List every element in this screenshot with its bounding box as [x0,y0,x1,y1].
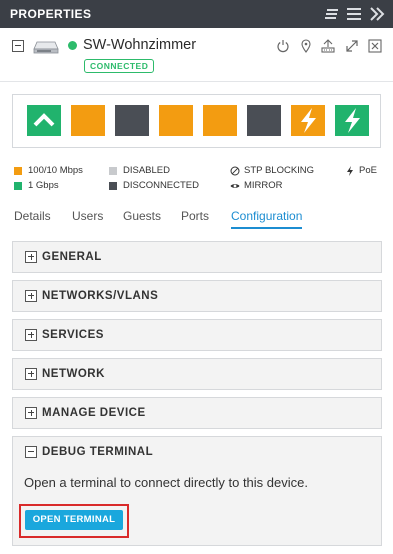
expand-icon[interactable] [345,39,359,53]
port-5-icon[interactable] [203,105,237,136]
close-icon[interactable] [368,39,382,53]
stp-blocking-icon [230,165,240,177]
expand-plus-icon[interactable] [25,407,37,419]
tab-configuration[interactable]: Configuration [231,209,303,229]
tab-details[interactable]: Details [14,209,51,229]
section-label: NETWORKS/VLANS [42,290,159,302]
menu-icon[interactable] [346,6,362,22]
section-general[interactable]: GENERAL [12,241,382,273]
device-row: SW-Wohnzimmer CONNECTED [0,28,393,82]
section-label: NETWORK [42,368,105,380]
section-networks-vlans[interactable]: NETWORKS/VLANS [12,280,382,312]
port-2-icon[interactable] [71,105,105,136]
collapse-double-chevron-icon[interactable] [369,6,385,22]
port-4-icon[interactable] [159,105,193,136]
switch-device-icon [33,40,59,54]
green-swatch [14,182,22,190]
collapse-minus-icon[interactable] [25,446,37,458]
property-tabs: Details Users Guests Ports Configuration [0,206,393,230]
expand-plus-icon[interactable] [25,368,37,380]
disabled-swatch [109,167,117,175]
port-8-poe-lightning-icon[interactable] [335,105,369,136]
status-dot [68,41,77,50]
section-network[interactable]: NETWORK [12,358,382,390]
mirror-eye-icon [230,180,240,192]
open-terminal-button[interactable]: OPEN TERMINAL [25,510,123,530]
properties-header: PROPERTIES [0,0,393,28]
status-badge: CONNECTED [84,59,155,73]
collapse-device-button[interactable] [12,40,24,52]
section-label[interactable]: DEBUG TERMINAL [42,446,153,458]
expand-plus-icon[interactable] [25,329,37,341]
network-topology-icon[interactable] [321,39,335,53]
port-7-poe-lightning-icon[interactable] [291,105,325,136]
device-name: SW-Wohnzimmer [83,37,197,53]
poe-lightning-icon [345,165,355,177]
section-debug-terminal: DEBUG TERMINAL Open a terminal to connec… [12,436,382,546]
port-6-icon[interactable] [247,105,281,136]
expand-plus-icon[interactable] [25,290,37,302]
expand-plus-icon[interactable] [25,251,37,263]
list-alt-icon[interactable] [324,6,340,22]
orange-swatch [14,167,22,175]
section-services[interactable]: SERVICES [12,319,382,351]
section-label: SERVICES [42,329,104,341]
debug-terminal-description: Open a terminal to connect directly to t… [24,475,308,490]
section-manage-device[interactable]: MANAGE DEVICE [12,397,382,429]
port-legend: 100/10 Mbps 1 Gbps DISABLED DISCONNECTED… [0,160,393,196]
tab-ports[interactable]: Ports [181,209,209,229]
section-label: GENERAL [42,251,102,263]
port-1-uplink-icon[interactable] [27,105,61,136]
panel-title: PROPERTIES [10,7,92,21]
disconnected-swatch [109,182,117,190]
tab-guests[interactable]: Guests [123,209,161,229]
port-3-icon[interactable] [115,105,149,136]
ports-panel [12,94,381,148]
section-label: MANAGE DEVICE [42,407,146,419]
tab-users[interactable]: Users [72,209,103,229]
power-icon[interactable] [276,39,290,53]
locate-icon[interactable] [299,39,313,53]
